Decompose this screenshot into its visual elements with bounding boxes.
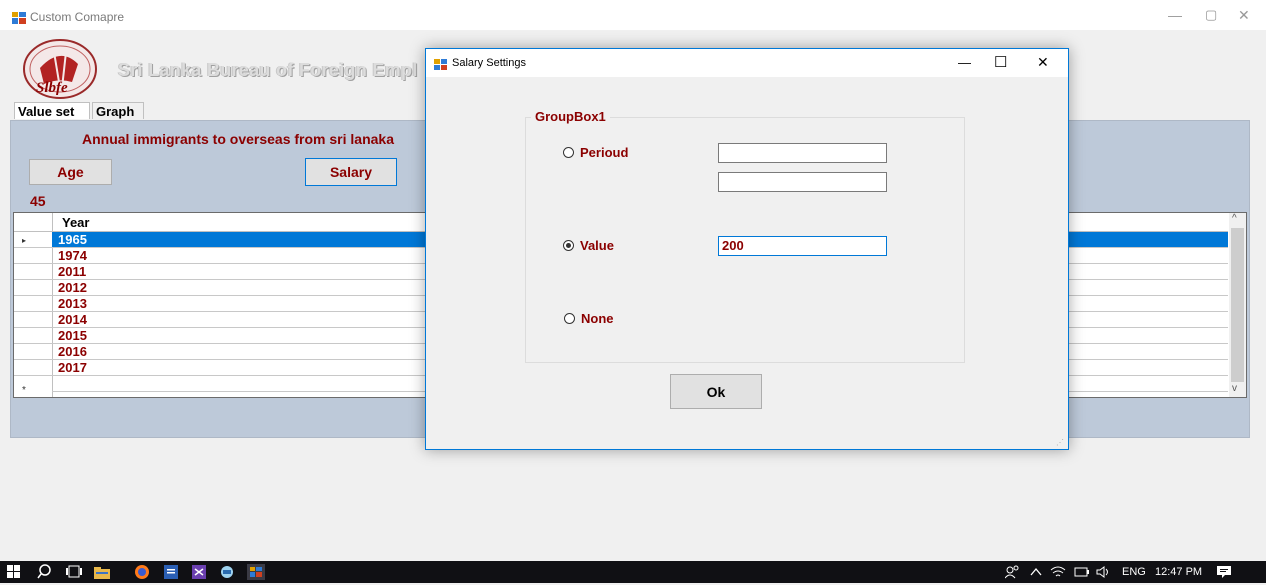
people-icon[interactable] — [1004, 565, 1019, 584]
row-header-cell[interactable] — [14, 248, 52, 264]
row-header-cell[interactable] — [14, 360, 52, 376]
radio-unchecked-icon[interactable] — [563, 147, 574, 158]
new-row-icon: * — [22, 385, 26, 396]
task-view-icon[interactable] — [66, 565, 82, 584]
radio-value-label: Value — [580, 238, 614, 253]
count-label: 45 — [30, 193, 46, 209]
age-button[interactable]: Age — [29, 159, 112, 185]
language-indicator[interactable]: ENG — [1122, 566, 1146, 578]
scroll-down-icon[interactable]: v — [1232, 383, 1237, 394]
visual-studio-icon[interactable] — [192, 565, 206, 584]
row-header-cell[interactable] — [14, 328, 52, 344]
row-header-cell[interactable] — [14, 312, 52, 328]
radio-value[interactable]: Value — [563, 238, 614, 253]
period-to-input[interactable] — [718, 172, 887, 192]
current-row-icon: ▸ — [22, 236, 27, 245]
row-header-cell[interactable] — [14, 264, 52, 280]
app-icon-taskbar[interactable] — [219, 565, 235, 584]
ok-button[interactable]: Ok — [670, 374, 762, 409]
banner-title: Sri Lanka Bureau of Foreign Empl — [118, 60, 418, 80]
grid-vertical-scrollbar[interactable]: ^ v — [1229, 213, 1246, 397]
row-header-cell[interactable] — [14, 296, 52, 312]
close-button[interactable]: ✕ — [1238, 7, 1250, 24]
custom-compare-taskbar-item[interactable] — [247, 564, 265, 580]
row-header-cell[interactable] — [14, 344, 52, 360]
maximize-button[interactable]: ▢ — [1205, 7, 1217, 23]
clock[interactable]: 12:47 PM — [1155, 566, 1202, 578]
firefox-icon[interactable] — [135, 565, 149, 584]
main-title-bar: Custom Comapre — ▢ ✕ — [0, 0, 1266, 30]
panel-heading: Annual immigrants to overseas from sri l… — [82, 131, 394, 147]
scrollbar-thumb[interactable] — [1231, 228, 1244, 382]
period-from-input[interactable] — [718, 143, 887, 163]
row-header-cell[interactable] — [14, 280, 52, 296]
dialog-minimize-button[interactable]: — — [958, 55, 971, 70]
file-explorer-icon[interactable] — [94, 566, 110, 584]
network-icon[interactable] — [1050, 565, 1066, 583]
minimize-button[interactable]: — — [1168, 7, 1182, 23]
radio-checked-icon[interactable] — [563, 240, 574, 251]
column-header-year[interactable]: Year — [62, 215, 89, 230]
dialog-title: Salary Settings — [452, 57, 526, 69]
notifications-icon[interactable] — [1216, 565, 1232, 584]
tab-graph[interactable]: Graph — [92, 102, 144, 119]
volume-icon[interactable] — [1096, 565, 1112, 583]
word-icon[interactable] — [164, 565, 178, 584]
search-icon[interactable] — [37, 564, 52, 584]
battery-icon[interactable] — [1074, 565, 1090, 583]
radio-perioud[interactable]: Perioud — [563, 145, 628, 160]
taskbar: ENG 12:47 PM — [0, 561, 1266, 583]
value-input[interactable]: 200 — [718, 236, 887, 256]
app-icon — [12, 11, 26, 24]
scroll-up-icon[interactable]: ^ — [1232, 213, 1237, 224]
radio-perioud-label: Perioud — [580, 145, 629, 160]
radio-unchecked-icon[interactable] — [564, 313, 575, 324]
radio-none[interactable]: None — [564, 311, 614, 326]
svg-text:Slbfe: Slbfe — [36, 80, 68, 96]
groupbox-label: GroupBox1 — [531, 109, 610, 124]
dialog-close-button[interactable]: ✕ — [1037, 54, 1049, 71]
tray-chevron-up-icon[interactable] — [1030, 565, 1042, 583]
resize-grip-icon[interactable]: ⋰ — [1056, 438, 1064, 447]
dialog-title-bar: Salary Settings — ☐ ✕ — [426, 49, 1068, 77]
start-windows-icon[interactable] — [7, 565, 21, 584]
salary-button[interactable]: Salary — [305, 158, 397, 186]
tab-value-set[interactable]: Value set — [14, 102, 90, 119]
window-title: Custom Comapre — [30, 10, 125, 24]
dialog-app-icon — [434, 57, 447, 70]
row-header-cell[interactable] — [14, 232, 52, 248]
dialog-maximize-button[interactable]: ☐ — [994, 53, 1007, 71]
slbfe-logo: Slbfe — [20, 38, 98, 99]
radio-none-label: None — [581, 311, 614, 326]
